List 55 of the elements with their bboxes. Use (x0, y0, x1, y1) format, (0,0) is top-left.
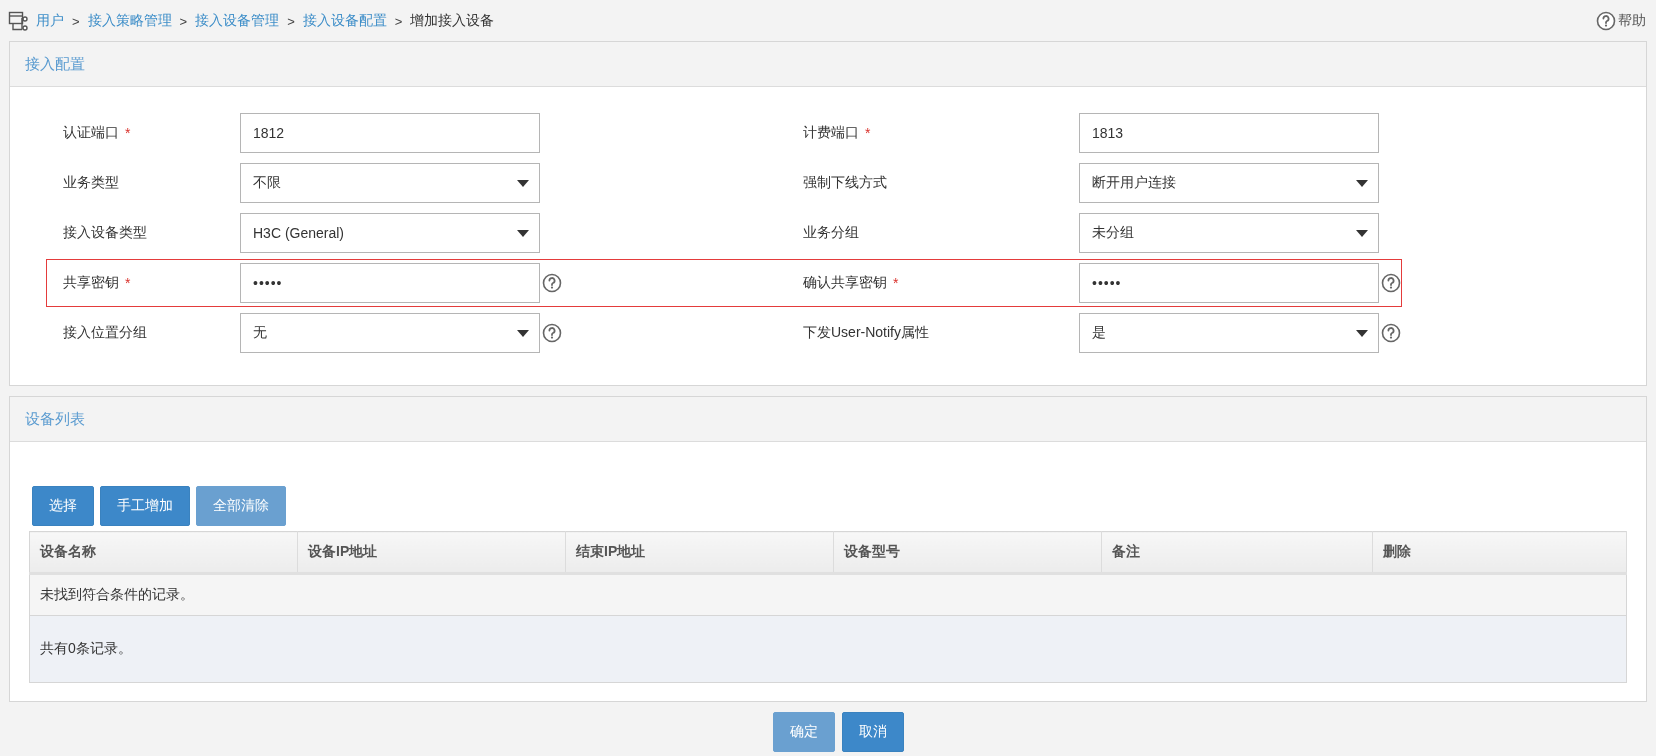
dropdown[interactable]: 无 (240, 313, 540, 353)
field-label: 业务类型 (63, 174, 119, 192)
column-header: 设备型号 (833, 531, 1102, 574)
password-field[interactable]: ••••• (240, 263, 540, 303)
caret-icon (517, 330, 529, 337)
column-header: 备注 (1101, 531, 1373, 574)
help-icon[interactable] (1381, 273, 1401, 293)
help-icon[interactable] (1381, 323, 1401, 343)
caret-icon (517, 180, 529, 187)
breadcrumb-separator: > (179, 13, 188, 29)
help-icon[interactable] (542, 323, 562, 343)
field-label: 下发User-Notify属性 (803, 324, 929, 342)
caret-icon (1356, 180, 1368, 187)
dropdown[interactable]: 未分组 (1079, 213, 1379, 253)
caret-icon (517, 230, 529, 237)
help-icon[interactable] (1596, 11, 1616, 31)
breadcrumb-current: 增加接入设备 (410, 12, 495, 30)
field-label: 计费端口 (803, 124, 859, 142)
action-button[interactable]: 选择 (32, 486, 94, 526)
field-label: 接入位置分组 (63, 324, 147, 342)
required-marker: * (865, 125, 871, 141)
required-marker: * (125, 125, 131, 141)
required-marker: * (893, 275, 899, 291)
dropdown[interactable]: 是 (1079, 313, 1379, 353)
dropdown[interactable]: H3C (General) (240, 213, 540, 253)
breadcrumb-separator: > (72, 13, 80, 29)
caret-icon (1356, 330, 1368, 337)
field-label: 认证端口 (63, 124, 119, 142)
field-label: 业务分组 (803, 224, 859, 242)
required-marker: * (125, 275, 131, 291)
field-label: 确认共享密钥 (803, 274, 887, 292)
column-header: 设备名称 (29, 531, 298, 574)
record-count: 共有0条记录。 (29, 615, 1627, 683)
empty-message: 未找到符合条件的记录。 (29, 573, 1627, 616)
input-field[interactable]: 1813 (1079, 113, 1379, 153)
field-label: 接入设备类型 (63, 224, 147, 242)
panel-title: 接入配置 (10, 42, 1646, 87)
column-header: 结束IP地址 (565, 531, 834, 574)
field-label: 共享密钥 (63, 274, 119, 292)
caret-icon (1356, 230, 1368, 237)
dropdown[interactable]: 不限 (240, 163, 540, 203)
user-tree-icon (8, 10, 30, 32)
action-button[interactable]: 取消 (841, 712, 904, 752)
password-field[interactable]: ••••• (1079, 263, 1379, 303)
column-header: 设备IP地址 (297, 531, 566, 574)
input-field[interactable]: 1812 (240, 113, 540, 153)
field-label: 强制下线方式 (803, 174, 887, 192)
panel-title: 设备列表 (10, 397, 1646, 442)
help-icon[interactable] (542, 273, 562, 293)
column-header: 删除 (1372, 531, 1627, 574)
action-button[interactable]: 手工增加 (100, 486, 190, 526)
dropdown[interactable]: 断开用户连接 (1079, 163, 1379, 203)
breadcrumb-separator: > (394, 13, 403, 29)
breadcrumb-separator: > (287, 13, 295, 29)
help-link[interactable]: 帮助 (1596, 11, 1646, 31)
